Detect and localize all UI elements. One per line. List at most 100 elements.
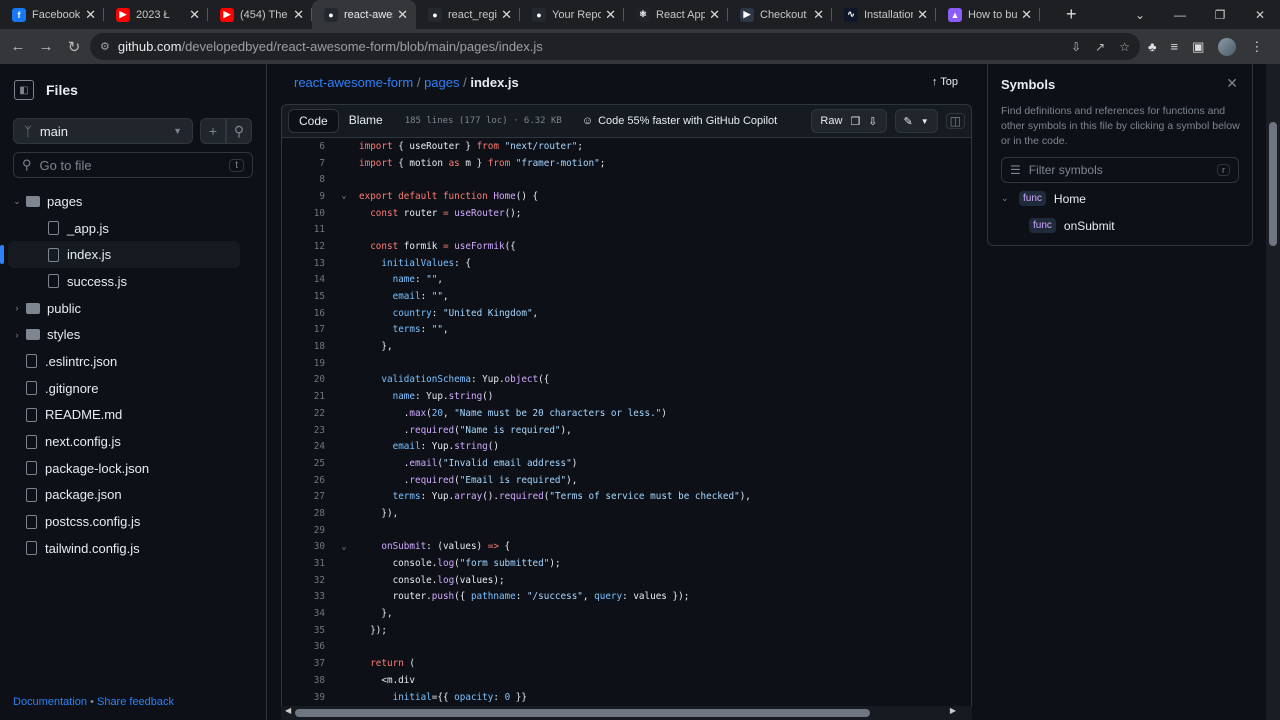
line-number[interactable]: 7: [282, 158, 329, 169]
line-number[interactable]: 8: [282, 174, 329, 185]
close-window-icon[interactable]: ✕: [1240, 8, 1280, 22]
symbol-item-home[interactable]: ⌄ func Home: [1001, 191, 1086, 206]
line-number[interactable]: 24: [282, 441, 329, 452]
copy-icon[interactable]: ❐: [850, 115, 860, 128]
reload-icon[interactable]: ↻: [60, 38, 88, 56]
tree-file[interactable]: package.json: [8, 482, 240, 509]
tree-file[interactable]: _app.js: [8, 215, 240, 242]
line-number[interactable]: 34: [282, 608, 329, 619]
browser-tab[interactable]: ▶ 2023 Ł ✕: [104, 0, 208, 29]
line-number[interactable]: 9: [282, 191, 329, 202]
close-tab-icon[interactable]: ✕: [709, 7, 720, 23]
line-number[interactable]: 39: [282, 692, 329, 703]
top-button[interactable]: ↑ Top: [932, 76, 958, 88]
browser-tab[interactable]: ∿ Installation ✕: [832, 0, 936, 29]
branch-selector[interactable]: ᛉ main ▼: [13, 118, 193, 144]
line-number[interactable]: 10: [282, 208, 329, 219]
line-number[interactable]: 38: [282, 675, 329, 686]
line-number[interactable]: 18: [282, 341, 329, 352]
close-tab-icon[interactable]: ✕: [1021, 7, 1032, 23]
close-tab-icon[interactable]: ✕: [917, 7, 928, 23]
scroll-thumb[interactable]: [295, 709, 870, 717]
profile-avatar[interactable]: [1218, 37, 1237, 56]
close-tab-icon[interactable]: ✕: [501, 7, 512, 23]
line-number[interactable]: 15: [282, 291, 329, 302]
line-number[interactable]: 31: [282, 558, 329, 569]
raw-button[interactable]: Raw: [820, 115, 842, 127]
url-field[interactable]: ⚙ github.com/developedbyed/react-awesome…: [90, 33, 1140, 60]
line-number[interactable]: 27: [282, 491, 329, 502]
chevron-down-icon[interactable]: ⌄: [1001, 193, 1011, 204]
download-icon[interactable]: ⇩: [868, 115, 877, 128]
filter-symbols-input[interactable]: ☰ Filter symbols r: [1001, 157, 1239, 183]
copilot-promo[interactable]: ☺ Code 55% faster with GitHub Copilot: [582, 115, 777, 127]
reading-list-icon[interactable]: ≡: [1171, 39, 1179, 54]
breadcrumb-repo[interactable]: react-awesome-form: [294, 75, 413, 90]
line-number[interactable]: 12: [282, 241, 329, 252]
chevron-down-icon[interactable]: ⌄: [8, 196, 26, 207]
tree-folder[interactable]: ⌄ pages: [8, 188, 240, 215]
line-number[interactable]: 35: [282, 625, 329, 636]
documentation-link[interactable]: Documentation: [13, 696, 87, 708]
symbol-item-onsubmit[interactable]: func onSubmit: [1029, 218, 1115, 233]
horizontal-scrollbar[interactable]: ◀ ▶: [281, 706, 972, 720]
close-icon[interactable]: ✕: [1226, 75, 1238, 92]
tree-file[interactable]: next.config.js: [8, 428, 240, 455]
browser-tab[interactable]: f Facebook ✕: [0, 0, 104, 29]
install-app-icon[interactable]: ⇩: [1071, 40, 1081, 54]
tree-file[interactable]: success.js: [8, 268, 240, 295]
line-number[interactable]: 21: [282, 391, 329, 402]
line-number[interactable]: 32: [282, 575, 329, 586]
line-number[interactable]: 28: [282, 508, 329, 519]
bookmark-star-icon[interactable]: ☆: [1119, 40, 1130, 54]
close-tab-icon[interactable]: ✕: [189, 7, 200, 23]
line-number[interactable]: 33: [282, 591, 329, 602]
extensions-puzzle-icon[interactable]: ♣: [1148, 39, 1157, 54]
caret-down-icon[interactable]: ▼: [921, 117, 929, 126]
fold-chevron-icon[interactable]: ⌄: [329, 542, 359, 552]
tab-search-icon[interactable]: ⌄: [1120, 8, 1160, 22]
line-number[interactable]: 30: [282, 541, 329, 552]
share-feedback-link[interactable]: Share feedback: [97, 696, 174, 708]
tree-file[interactable]: .eslintrc.json: [8, 348, 240, 375]
edit-pencil-icon[interactable]: ✎: [904, 115, 913, 128]
side-panel-icon[interactable]: ▣: [1192, 39, 1204, 55]
tree-folder[interactable]: › styles: [8, 321, 240, 348]
browser-tab[interactable]: ● react-awes ✕: [312, 0, 416, 29]
minimize-icon[interactable]: —: [1160, 8, 1200, 22]
browser-tab[interactable]: ● Your Repor✕: [520, 0, 624, 29]
scroll-right-icon[interactable]: ▶: [950, 706, 956, 715]
tree-file[interactable]: tailwind.config.js: [8, 535, 240, 562]
close-tab-icon[interactable]: ✕: [813, 7, 824, 23]
line-number[interactable]: 6: [282, 141, 329, 152]
line-number[interactable]: 25: [282, 458, 329, 469]
tree-file[interactable]: package-lock.json: [8, 455, 240, 482]
fold-chevron-icon[interactable]: ⌄: [329, 191, 359, 201]
line-number[interactable]: 37: [282, 658, 329, 669]
browser-tab[interactable]: ● react_regis ✕: [416, 0, 520, 29]
browser-tab[interactable]: ▶ Checkout - ✕: [728, 0, 832, 29]
close-tab-icon[interactable]: ✕: [293, 7, 304, 23]
line-number[interactable]: 26: [282, 475, 329, 486]
line-number[interactable]: 11: [282, 224, 329, 235]
scroll-thumb[interactable]: [1269, 122, 1277, 246]
chevron-right-icon[interactable]: ›: [8, 330, 26, 340]
tree-file[interactable]: index.js: [0, 241, 240, 269]
line-number[interactable]: 29: [282, 525, 329, 536]
maximize-icon[interactable]: ❐: [1200, 8, 1240, 22]
line-number[interactable]: 14: [282, 274, 329, 285]
new-tab-button[interactable]: +: [1066, 4, 1077, 25]
symbols-panel-icon[interactable]: ◫: [945, 113, 965, 129]
browser-tab[interactable]: ▲ How to bu ✕: [936, 0, 1040, 29]
back-icon[interactable]: ←: [4, 38, 32, 55]
tree-file[interactable]: .gitignore: [8, 375, 240, 402]
line-number[interactable]: 36: [282, 641, 329, 652]
browser-tab[interactable]: ▶ (454) The Ł ✕: [208, 0, 312, 29]
tree-folder[interactable]: › public: [8, 295, 240, 322]
collapse-sidebar-icon[interactable]: ◧: [14, 80, 34, 100]
tab-blame[interactable]: Blame: [339, 109, 393, 133]
chevron-right-icon[interactable]: ›: [8, 303, 26, 313]
close-tab-icon[interactable]: ✕: [605, 7, 616, 23]
add-file-button[interactable]: +: [200, 118, 226, 144]
close-tab-icon[interactable]: ✕: [85, 7, 96, 23]
